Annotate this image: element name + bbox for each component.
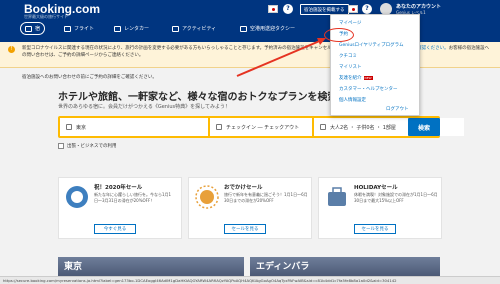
annotation-arrow-icon xyxy=(236,38,326,77)
